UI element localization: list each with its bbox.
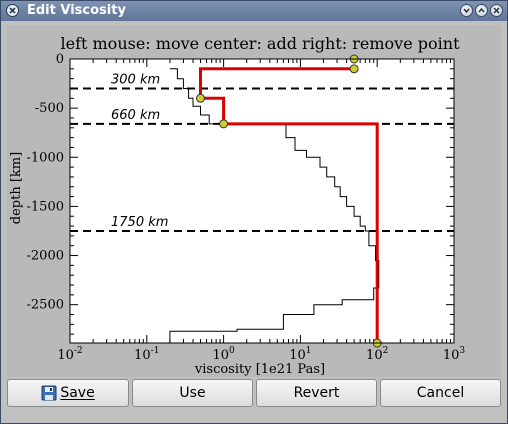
revert-label: Revert (293, 385, 340, 401)
depth-annotation: 1750 km (111, 215, 168, 230)
control-point[interactable] (195, 93, 205, 103)
y-tick-label: -1500 (27, 199, 64, 214)
restore-icon (478, 7, 485, 13)
control-point[interactable] (349, 64, 359, 74)
edit-viscosity-window: Edit Viscosity left mouse: move center: … (0, 0, 508, 424)
y-tick-label: -2500 (27, 298, 64, 313)
control-point[interactable] (219, 119, 229, 129)
viscosity-chart[interactable]: left mouse: move center: add right: remo… (7, 25, 501, 377)
dialog-button-row: Save Use Revert Cancel (7, 379, 501, 409)
minimize-button[interactable] (460, 4, 473, 17)
depth-annotation: 660 km (111, 108, 160, 123)
x-tick-label: 100 (212, 346, 235, 363)
use-label: Use (179, 385, 206, 401)
close-button[interactable] (490, 4, 503, 17)
y-tick-labels: 0 -500 -1000 -1500 -2000 -2500 (27, 52, 64, 313)
x-tick-label: 10-1 (134, 346, 159, 363)
use-button[interactable]: Use (132, 379, 253, 407)
y-tick-label: -500 (35, 101, 64, 116)
window-title: Edit Viscosity (27, 3, 126, 18)
x-axis-label: viscosity [1e21 Pas] (194, 362, 325, 377)
y-tick-label: 0 (56, 52, 64, 67)
save-label: Save (60, 385, 95, 401)
y-tick-label: -2000 (27, 249, 64, 264)
restore-button[interactable] (475, 4, 488, 17)
save-button[interactable]: Save (7, 379, 129, 407)
depth-annotation: 300 km (111, 72, 160, 87)
title-bar[interactable]: Edit Viscosity (1, 1, 507, 21)
save-icon (41, 385, 57, 401)
cancel-button[interactable]: Cancel (380, 379, 501, 407)
x-tick-label: 101 (289, 346, 311, 363)
minimize-icon (463, 8, 470, 14)
y-axis-label: depth [km] (9, 152, 24, 224)
close-icon (493, 7, 500, 14)
window-menu-icon[interactable] (6, 4, 19, 17)
viscosity-plot-panel: left mouse: move center: add right: remo… (7, 25, 501, 377)
plot-frame-background (70, 59, 454, 343)
x-tick-labels: 10-2 10-1 100 101 102 103 (57, 346, 465, 363)
revert-button[interactable]: Revert (256, 379, 377, 407)
cancel-label: Cancel (416, 385, 465, 401)
x-tick-label: 10-2 (57, 346, 82, 363)
y-tick-label: -1000 (27, 150, 64, 165)
x-tick-label: 103 (443, 346, 466, 363)
plot-title: left mouse: move center: add right: remo… (60, 34, 460, 53)
x-tick-label: 102 (366, 346, 388, 363)
